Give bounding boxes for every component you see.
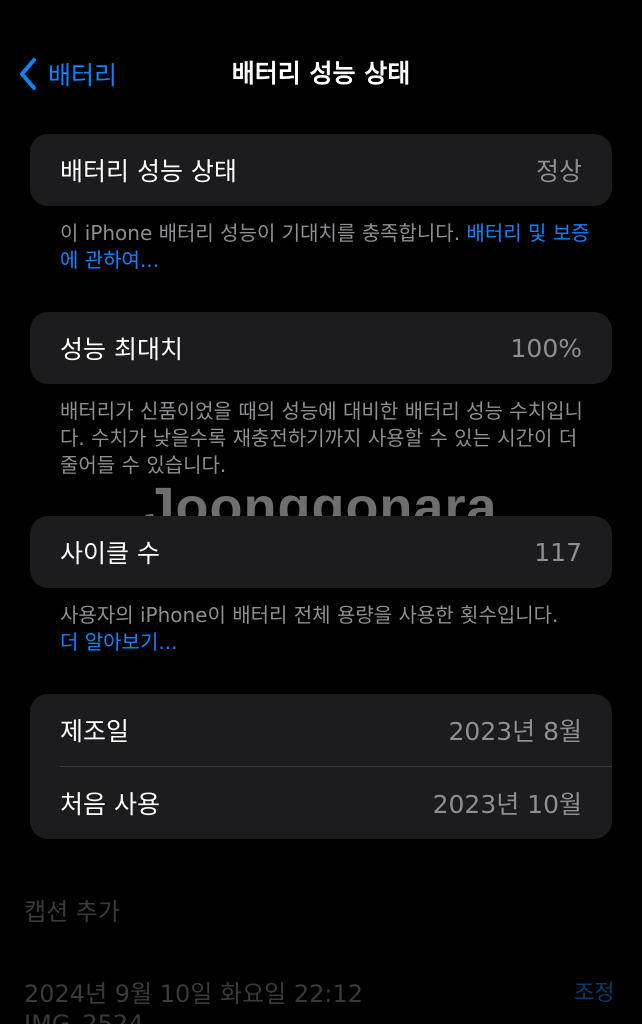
battery-health-screen: 배터리 배터리 성능 상태 배터리 성능 상태 정상 이 iPhone 배터리 … (0, 0, 642, 1024)
first-use-label: 처음 사용 (60, 790, 160, 819)
manufacture-date-value: 2023년 8월 (448, 717, 582, 746)
manufacture-date-label: 제조일 (60, 717, 130, 746)
cycle-count-note-text: 사용자의 iPhone이 배터리 전체 용량을 사용한 횟수입니다. (60, 603, 559, 627)
caption-input[interactable]: 캡션 추가 (24, 892, 120, 927)
cycle-count-note: 사용자의 iPhone이 배터리 전체 용량을 사용한 횟수입니다. 더 알아보… (60, 602, 590, 656)
battery-health-note: 이 iPhone 배터리 성능이 기대치를 충족합니다. 배터리 및 보증에 관… (60, 220, 590, 274)
first-use-row: 처음 사용 2023년 10월 (30, 767, 612, 839)
cycle-count-value: 117 (534, 537, 582, 567)
cycle-count-row: 사이클 수 117 (30, 516, 612, 588)
max-capacity-card: 성능 최대치 100% (30, 312, 612, 384)
max-capacity-value: 100% (510, 333, 582, 363)
battery-health-card: 배터리 성능 상태 정상 (30, 134, 612, 206)
battery-health-row: 배터리 성능 상태 정상 (30, 134, 612, 206)
max-capacity-label: 성능 최대치 (60, 335, 183, 364)
first-use-value: 2023년 10월 (432, 790, 582, 819)
photo-datetime: 2024년 9월 10일 화요일 22:12 (24, 980, 364, 1008)
cycle-count-label: 사이클 수 (60, 539, 160, 568)
page-title: 배터리 성능 상태 (231, 59, 411, 88)
manufacture-date-row: 제조일 2023년 8월 (30, 694, 612, 766)
dates-card: 제조일 2023년 8월 처음 사용 2023년 10월 (30, 694, 612, 839)
battery-health-value: 정상 (535, 157, 582, 186)
battery-health-note-text: 이 iPhone 배터리 성능이 기대치를 충족합니다. (60, 221, 467, 245)
max-capacity-row: 성능 최대치 100% (30, 312, 612, 384)
learn-more-link[interactable]: 더 알아보기... (60, 629, 590, 656)
battery-health-label: 배터리 성능 상태 (60, 157, 237, 186)
max-capacity-note: 배터리가 신품이었을 때의 성능에 대비한 배터리 성능 수치입니다. 수치가 … (60, 399, 583, 477)
adjust-button[interactable]: 조정 (574, 975, 614, 1007)
photo-filename: IMG_2524 (24, 1010, 144, 1024)
cycle-count-card: 사이클 수 117 (30, 516, 612, 588)
